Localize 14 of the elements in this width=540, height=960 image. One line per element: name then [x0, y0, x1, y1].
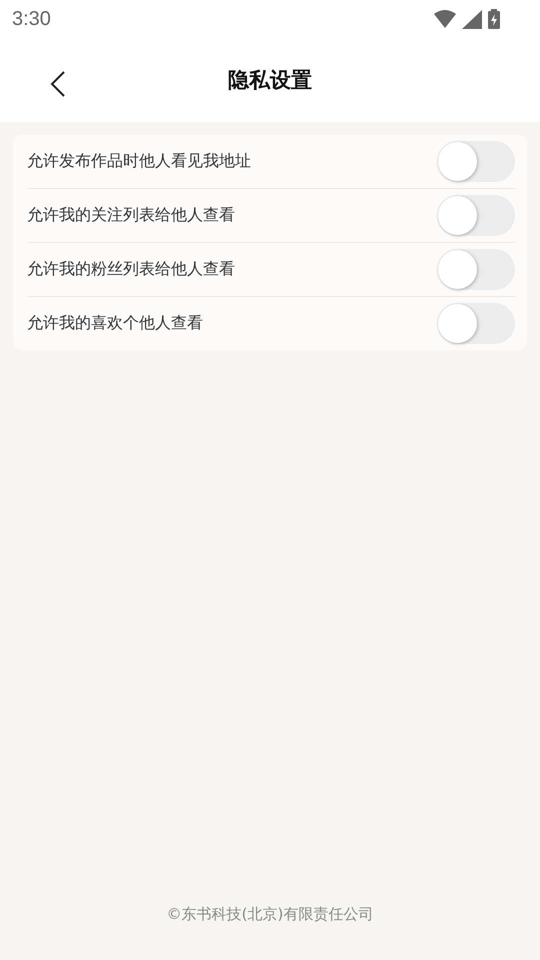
setting-label: 允许我的关注列表给他人查看 [27, 205, 235, 226]
setting-label: 允许发布作品时他人看见我地址 [27, 151, 251, 172]
toggle-switch[interactable] [437, 141, 515, 182]
toggle-switch[interactable] [437, 249, 515, 290]
setting-label: 允许我的喜欢个他人查看 [27, 313, 203, 334]
toggle-switch[interactable] [437, 303, 515, 344]
wifi-icon [434, 10, 456, 28]
status-time: 3:30 [12, 8, 51, 30]
copyright-text: ©东书科技(北京)有限责任公司 [166, 905, 374, 924]
signal-icon [462, 10, 482, 28]
setting-label: 允许我的粉丝列表给他人查看 [27, 259, 235, 280]
battery-icon [488, 9, 500, 29]
page-title: 隐私设置 [228, 67, 312, 94]
toggle-switch[interactable] [437, 195, 515, 236]
